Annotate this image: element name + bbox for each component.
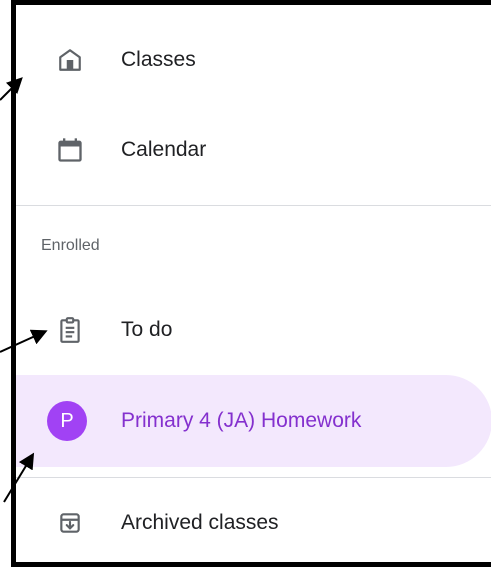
nav-item-todo[interactable]: To do <box>16 295 491 365</box>
nav-item-classes[interactable]: Classes <box>16 25 491 95</box>
nav-item-classes-label: Classes <box>121 48 196 71</box>
nav-item-todo-label: To do <box>121 318 173 341</box>
section-title-enrolled: Enrolled <box>41 237 100 254</box>
nav-item-calendar[interactable]: Calendar <box>16 115 491 185</box>
class-avatar: P <box>47 401 87 441</box>
nav-item-archived[interactable]: Archived classes <box>16 488 491 558</box>
home-icon <box>54 44 86 76</box>
navigation-drawer: Classes Calendar Enrolled To do P Primar… <box>11 0 491 567</box>
assignment-icon <box>54 314 86 346</box>
divider <box>16 205 491 206</box>
archive-icon <box>54 507 86 539</box>
nav-item-calendar-label: Calendar <box>121 138 207 161</box>
calendar-icon <box>54 134 86 166</box>
nav-item-archived-label: Archived classes <box>121 511 279 534</box>
divider <box>16 477 491 478</box>
class-item-label: Primary 4 (JA) Homework <box>121 409 362 432</box>
